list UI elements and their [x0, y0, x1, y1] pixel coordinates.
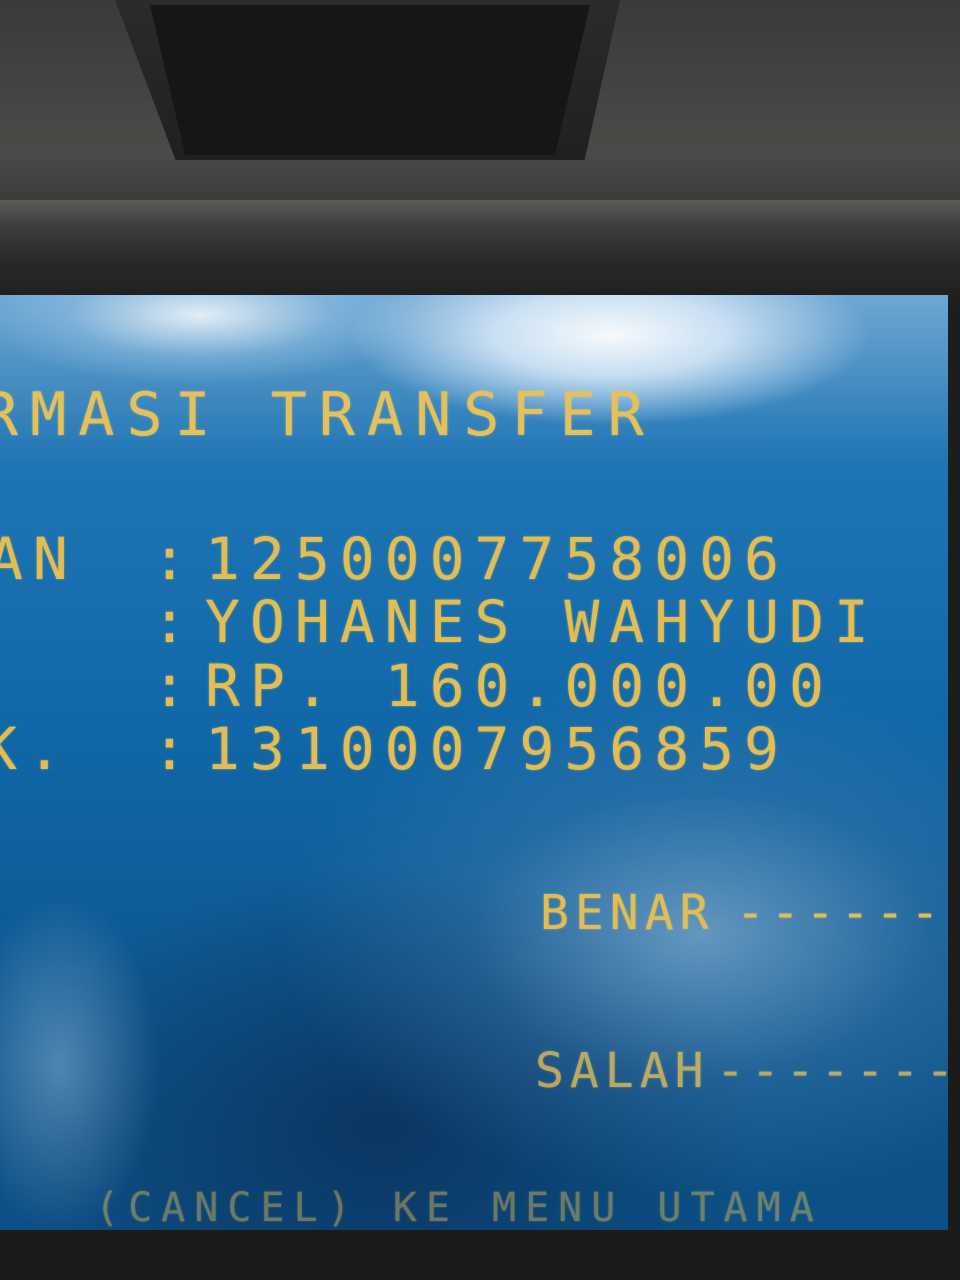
atm-screen: RMASI TRANSFER AN : 1250007758006 : YOHA… [0, 295, 948, 1230]
salah-option-pointer: ------- [716, 1043, 948, 1099]
source-account-label: K. [0, 715, 72, 783]
screen-glare [0, 895, 160, 1230]
screen-frame [0, 200, 960, 270]
account-label: AN [0, 525, 78, 593]
benar-option[interactable]: BENAR [540, 885, 715, 941]
card-slot-opening [150, 5, 590, 155]
destination-account-value: 1250007758006 [205, 525, 789, 593]
separator: : [152, 652, 197, 720]
separator: : [152, 525, 197, 593]
recipient-name-value: YOHANES WAHYUDI [205, 588, 879, 656]
separator: : [152, 588, 197, 656]
benar-option-pointer: ------- [736, 885, 948, 941]
cancel-instruction: (CANCEL) KE MENU UTAMA [95, 1185, 823, 1230]
separator: : [152, 715, 197, 783]
salah-option[interactable]: SALAH [535, 1043, 710, 1099]
source-account-value: 1310007956859 [205, 715, 789, 783]
amount-value: RP. 160.000.00 [205, 652, 834, 720]
screen-title: RMASI TRANSFER [0, 380, 656, 450]
